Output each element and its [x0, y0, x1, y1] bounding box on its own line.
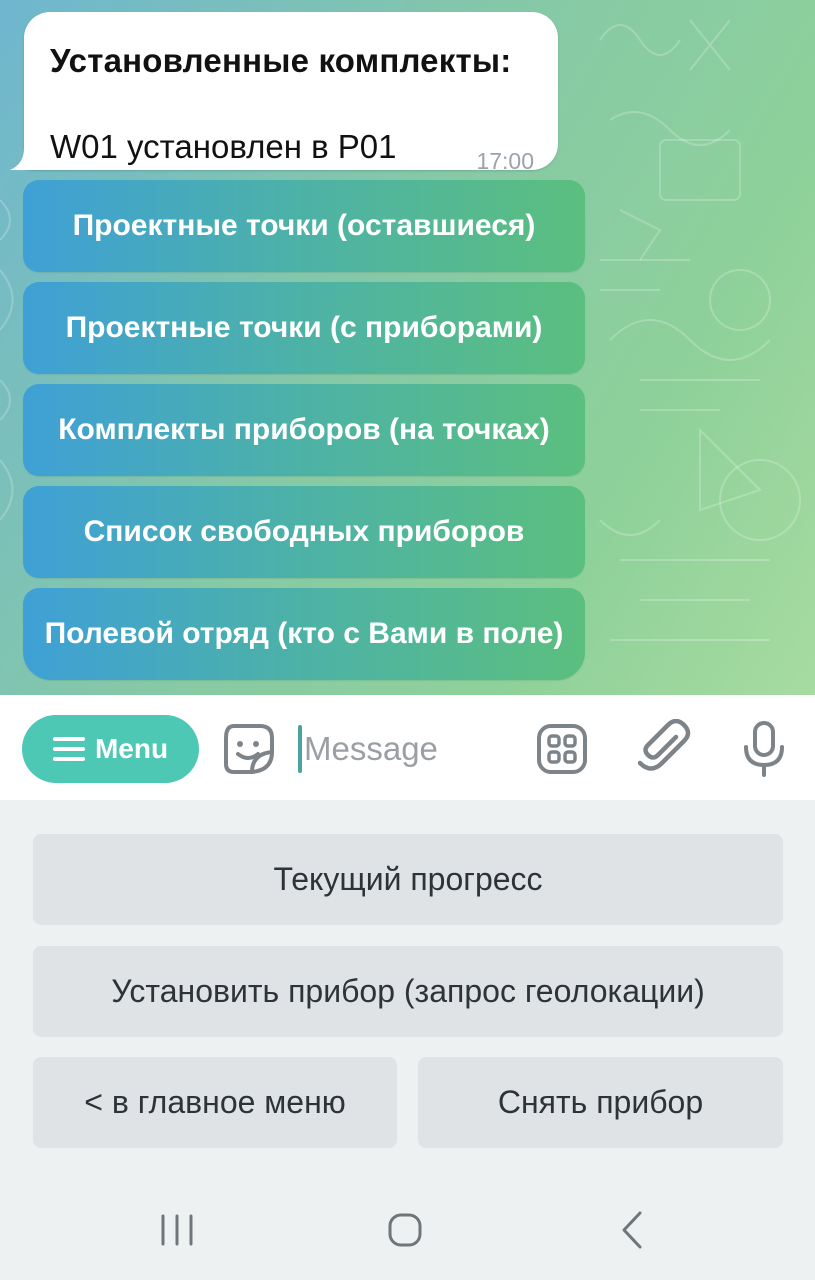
message-text: W01 установлен в P01	[50, 128, 397, 165]
paperclip-icon[interactable]	[636, 719, 692, 775]
message-input[interactable]	[304, 723, 524, 775]
menu-button[interactable]: Menu	[22, 715, 199, 783]
inline-button-device-sets-on-points[interactable]: Комплекты приборов (на точках)	[23, 384, 585, 476]
keyboard-button-remove-device[interactable]: Снять прибор	[418, 1057, 783, 1147]
bubble-tail	[10, 148, 34, 170]
hamburger-icon	[52, 737, 85, 761]
message-bubble: Установленные комплекты: W01 установлен …	[24, 12, 558, 174]
microphone-icon[interactable]	[740, 719, 788, 779]
inline-button-project-points-remaining[interactable]: Проектные точки (оставшиеся)	[23, 180, 585, 272]
text-caret	[298, 725, 302, 773]
inline-button-project-points-with-devices[interactable]: Проектные точки (с приборами)	[23, 282, 585, 374]
sticker-icon[interactable]	[222, 722, 276, 776]
back-icon[interactable]	[620, 1210, 644, 1250]
keyboard-button-current-progress[interactable]: Текущий прогресс	[33, 834, 783, 924]
message-input-bar: Menu	[0, 695, 815, 800]
chat-area: Установленные комплекты: W01 установлен …	[0, 0, 815, 695]
inline-button-free-devices-list[interactable]: Список свободных приборов	[23, 486, 585, 578]
message-title: Установленные комплекты:	[50, 42, 512, 79]
recent-apps-icon[interactable]	[160, 1214, 194, 1246]
keyboard-button-main-menu[interactable]: < в главное меню	[33, 1057, 397, 1147]
reply-keyboard: Текущий прогресс Установить прибор (запр…	[0, 800, 815, 1180]
message-time: 17:00	[476, 148, 534, 174]
system-navigation-bar	[0, 1180, 815, 1280]
home-icon[interactable]	[387, 1212, 423, 1248]
keyboard-button-install-device[interactable]: Установить прибор (запрос геолокации)	[33, 946, 783, 1036]
menu-button-label: Menu	[94, 733, 169, 764]
inline-button-field-team[interactable]: Полевой отряд (кто с Вами в поле)	[23, 588, 585, 680]
apps-icon[interactable]	[536, 723, 588, 775]
